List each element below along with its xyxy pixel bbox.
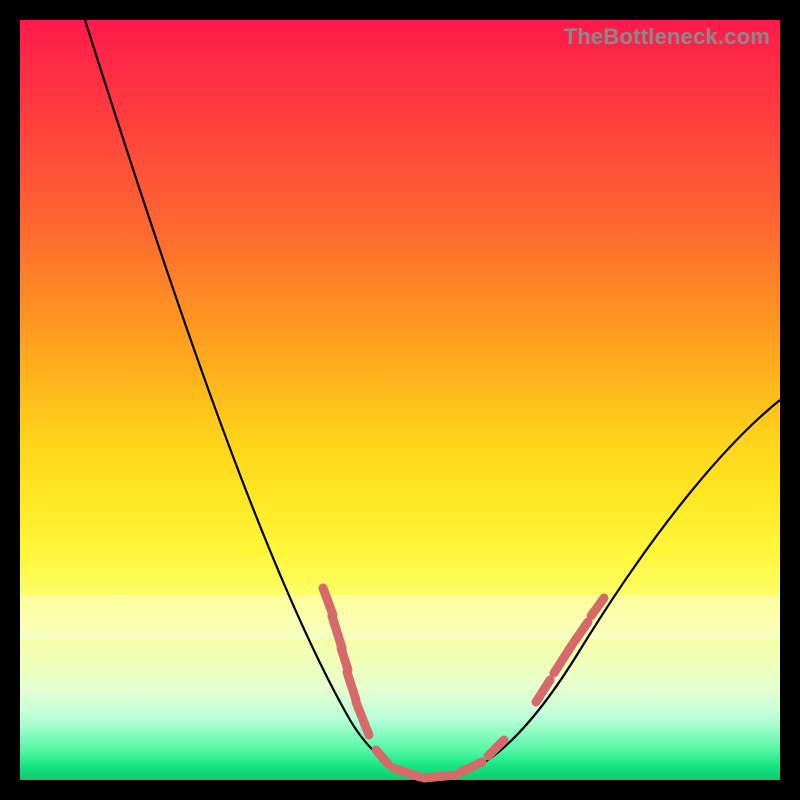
watermark-text: TheBottleneck.com <box>564 24 770 50</box>
marker-seg <box>332 616 342 648</box>
bottleneck-curve <box>85 20 780 778</box>
marker-seg <box>424 775 456 778</box>
marker-seg <box>393 768 420 777</box>
chart-frame: TheBottleneck.com <box>20 20 780 780</box>
marker-seg <box>356 702 369 735</box>
chart-svg <box>20 20 780 780</box>
curve-markers <box>323 588 604 778</box>
marker-seg <box>461 762 482 772</box>
marker-seg <box>323 588 333 615</box>
marker-seg <box>488 740 504 756</box>
marker-seg <box>376 750 388 764</box>
marker-seg <box>347 672 356 700</box>
marker-seg <box>341 648 348 670</box>
